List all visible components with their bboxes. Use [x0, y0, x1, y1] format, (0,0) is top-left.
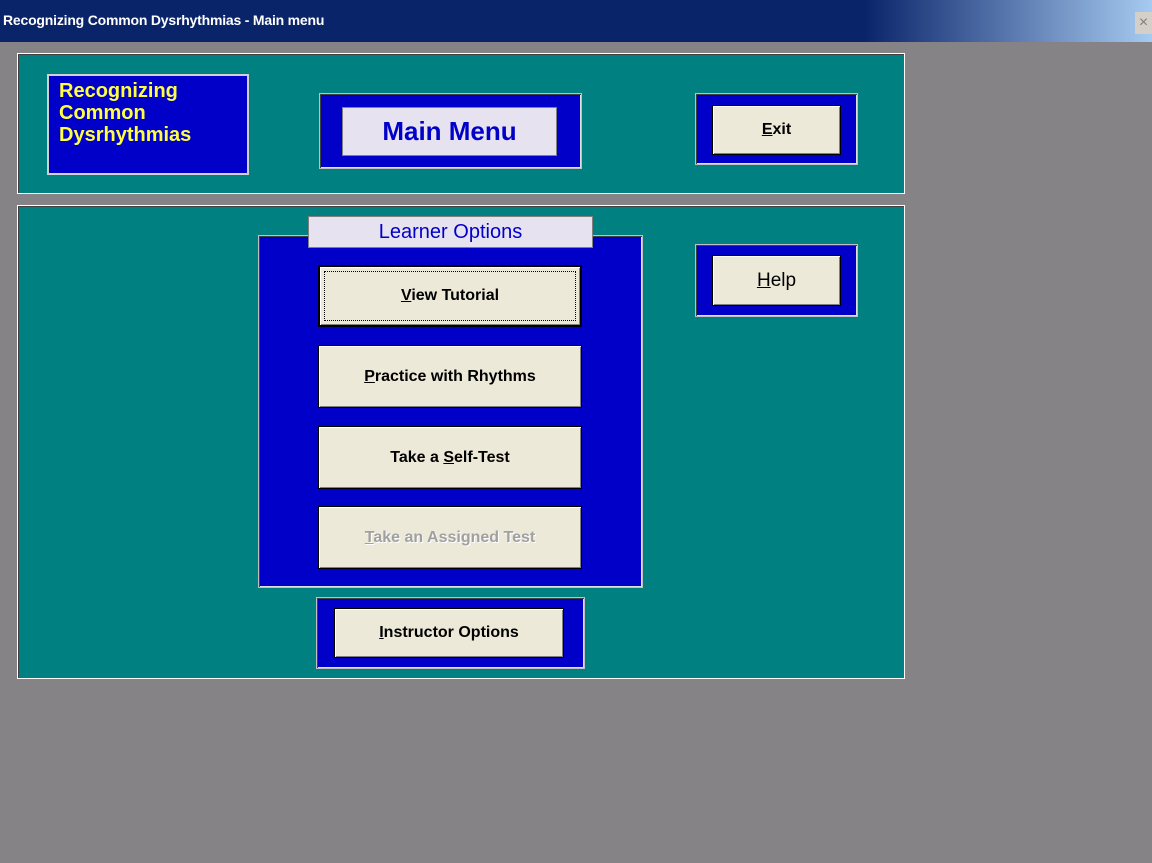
logo-line-1: Recognizing: [59, 80, 178, 102]
help-label: Help: [756, 269, 797, 291]
view-tutorial-button[interactable]: View Tutorial: [318, 265, 582, 327]
assigned-test-label: Take an Assigned Test: [364, 528, 536, 546]
learner-options-title: Learner Options: [308, 216, 593, 248]
self-test-label: Take a Self-Test: [390, 448, 510, 466]
exit-label: Exit: [761, 121, 792, 138]
main-menu-label: Main Menu: [342, 107, 557, 156]
practice-rhythms-label: Practice with Rhythms: [364, 367, 536, 385]
focus-rect: [324, 271, 576, 321]
window-title: Recognizing Common Dysrhythmias - Main m…: [3, 12, 325, 28]
instructor-options-button[interactable]: Instructor Options: [334, 608, 564, 658]
close-icon[interactable]: ×: [1135, 12, 1152, 34]
self-test-button[interactable]: Take a Self-Test: [318, 426, 582, 489]
assigned-test-button[interactable]: Take an Assigned Test: [318, 506, 582, 569]
logo-line-3: Dysrhythmias: [59, 124, 192, 146]
instructor-options-label: Instructor Options: [379, 624, 519, 641]
practice-rhythms-button[interactable]: Practice with Rhythms: [318, 345, 582, 408]
logo-line-2: Common: [59, 102, 146, 124]
exit-button[interactable]: Exit: [712, 105, 841, 155]
title-bar: Recognizing Common Dysrhythmias - Main m…: [0, 0, 1152, 42]
help-button[interactable]: Help: [712, 255, 841, 306]
app-logo: Recognizing Common Dysrhythmias: [47, 74, 249, 175]
